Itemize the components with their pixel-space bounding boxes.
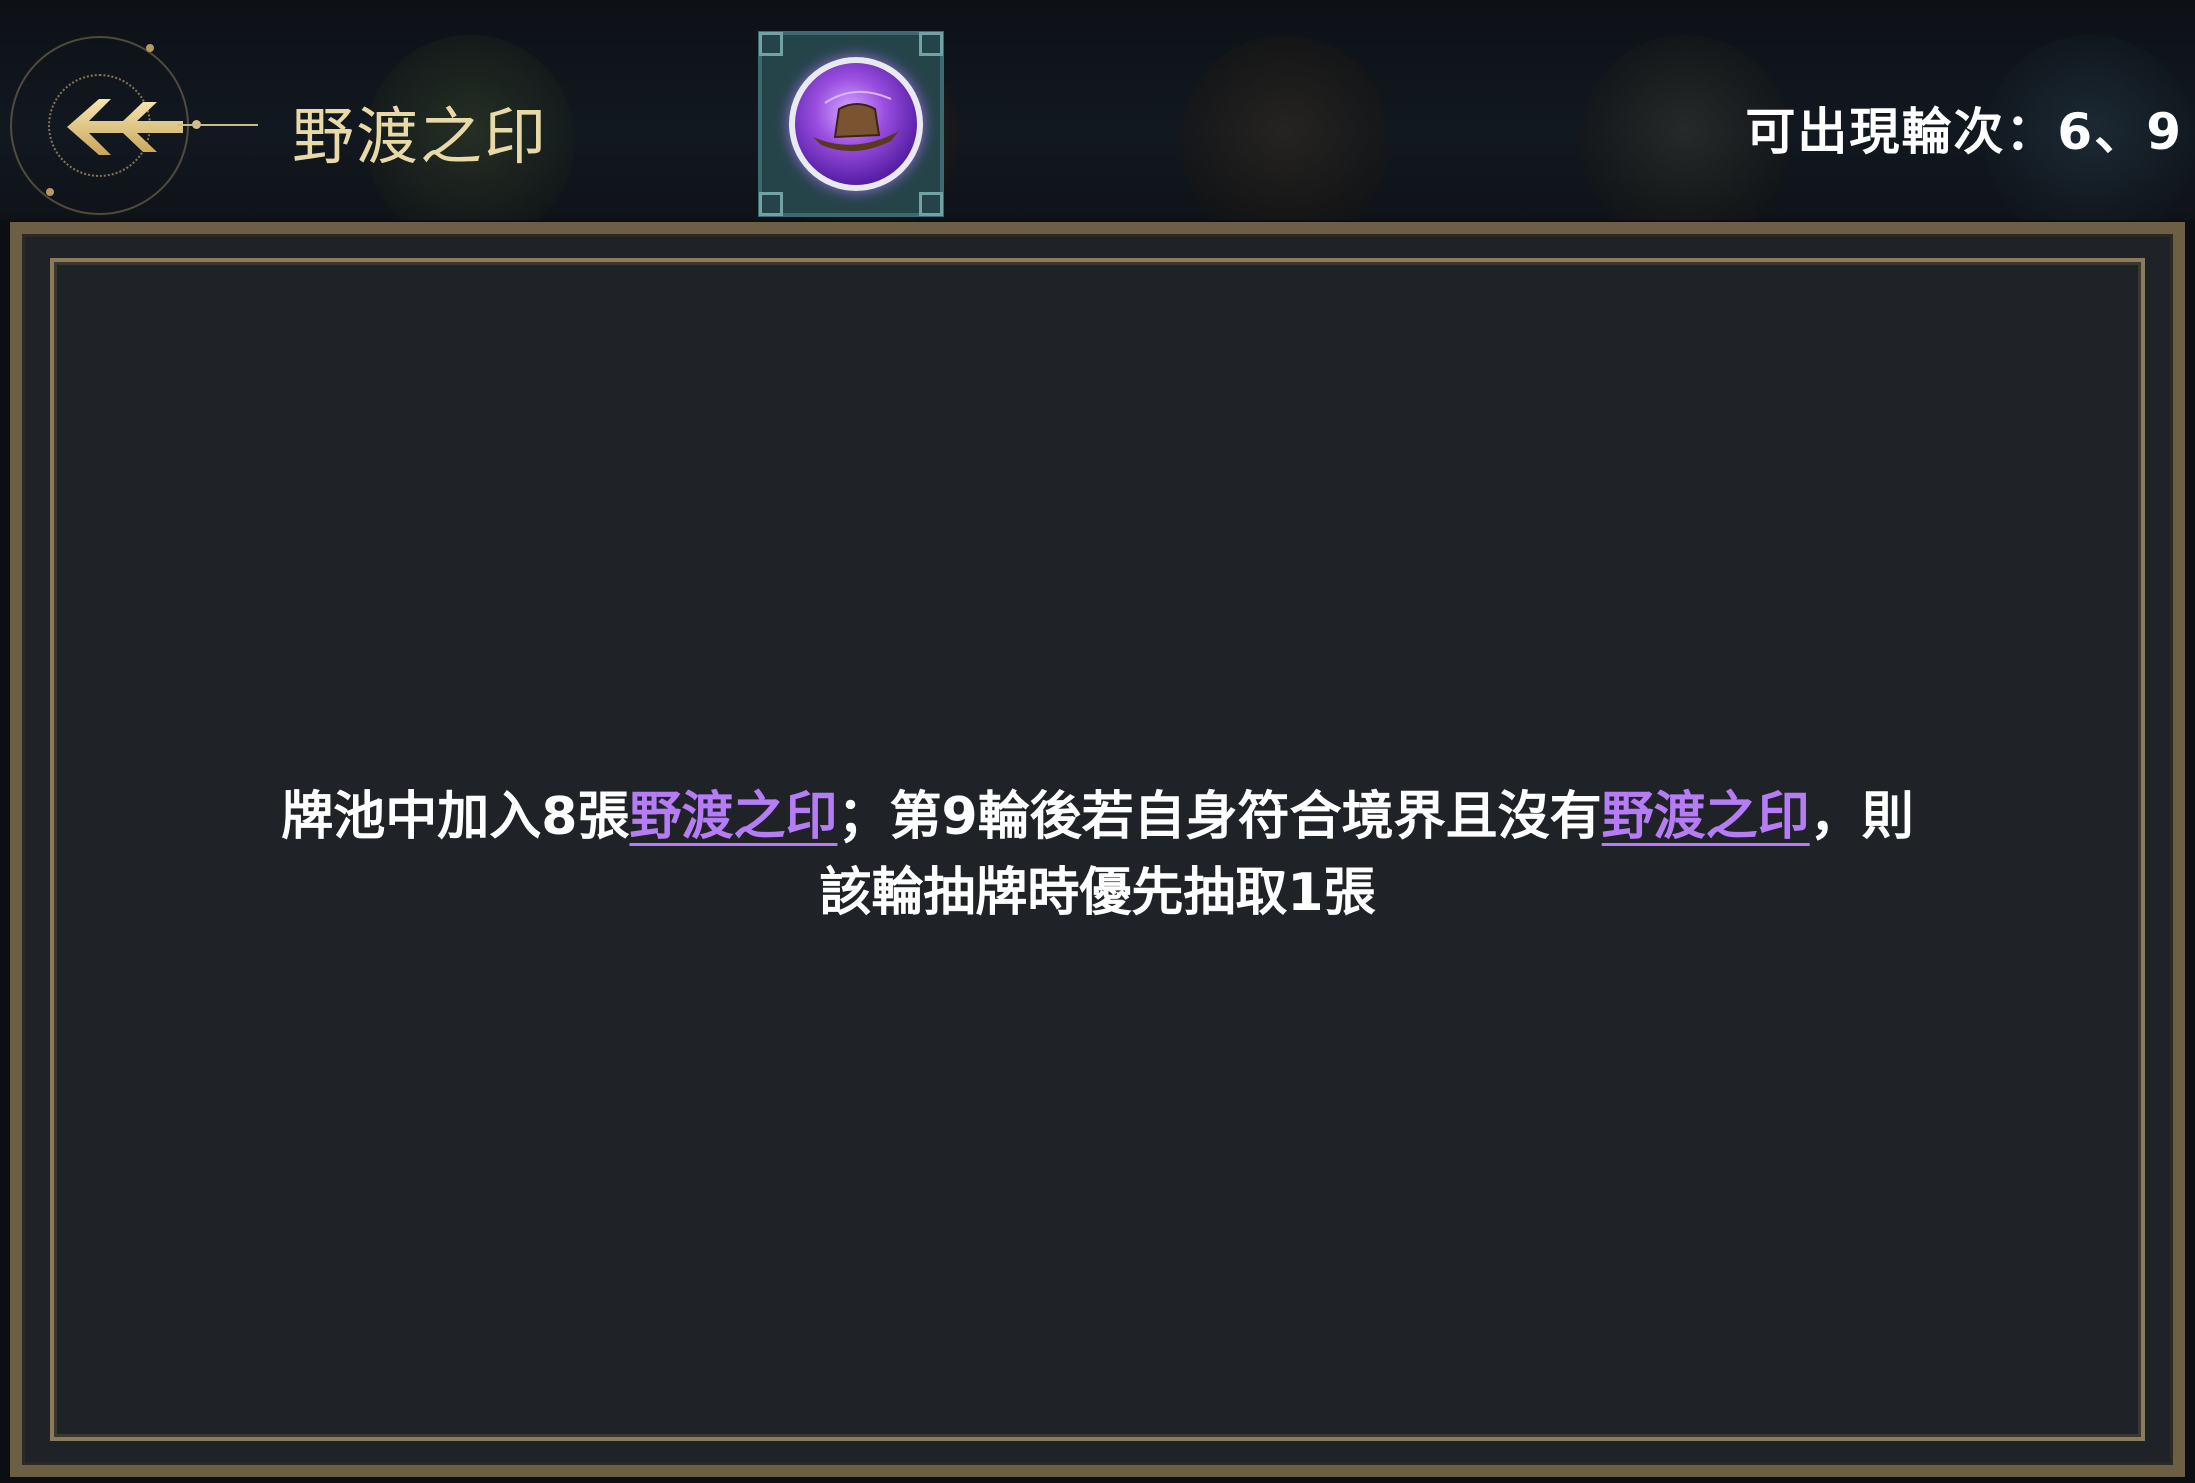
seal-link[interactable]: 野渡之印 [629,787,837,847]
boat-icon [813,90,899,152]
frame-corner [759,32,783,56]
back-arrow-icon [67,99,183,155]
frame-corner [919,32,943,56]
frame-corner [919,192,943,216]
description-panel: 牌池中加入8張野渡之印；第9輪後若自身符合境界且沒有野渡之印，則 該輪抽牌時優先… [10,222,2185,1477]
description-text: ，則 [1809,787,1914,847]
ornament-dot [146,44,154,52]
top-bar: 野渡之印 可出現輪次：6、9 [0,0,2195,220]
description-text: 該輪抽牌時優先抽取1張 [819,863,1376,923]
page-title: 野渡之印 [292,100,549,173]
seal-link[interactable]: 野渡之印 [1602,787,1810,847]
seal-description: 牌池中加入8張野渡之印；第9輪後若自身符合境界且沒有野渡之印，則 該輪抽牌時優先… [172,779,2023,931]
background-seal-orb [1180,35,1390,220]
appearance-rounds-label: 可出現輪次：6、9 [1745,103,2183,161]
seal-orb-icon [789,57,923,191]
description-text: ；第9輪後若自身符合境界且沒有 [837,787,1602,847]
back-button[interactable] [10,36,189,215]
frame-corner [759,192,783,216]
seal-card [758,31,944,217]
ornament-line [178,124,258,126]
ornament-dot [46,188,54,196]
description-text: 牌池中加入8張 [281,787,630,847]
